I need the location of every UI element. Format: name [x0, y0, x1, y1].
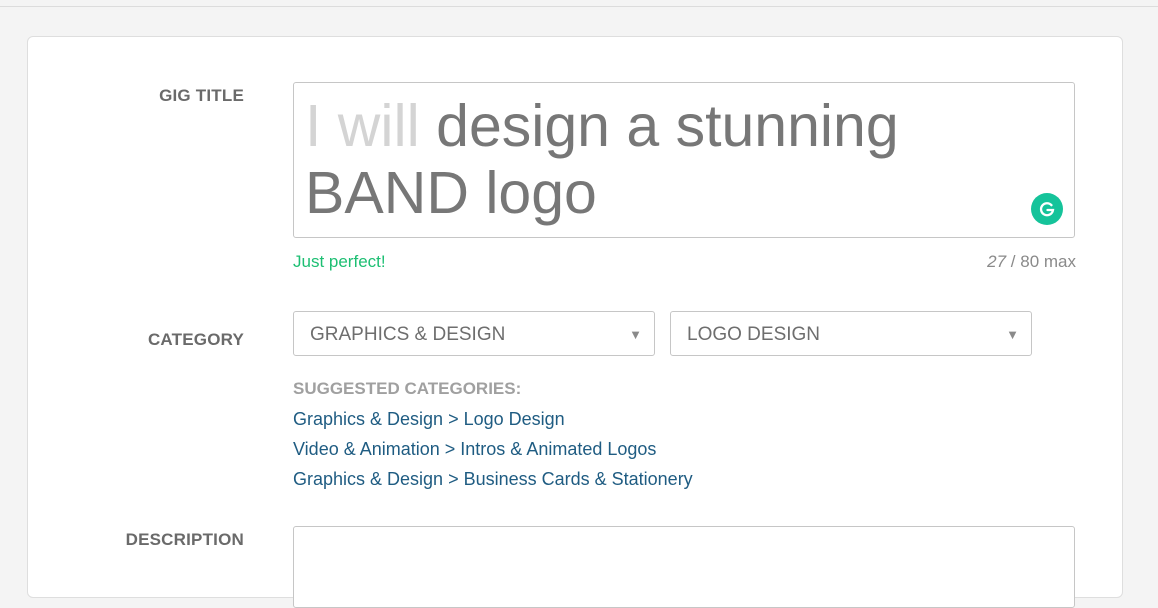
- top-divider: [0, 0, 1158, 7]
- caret-down-icon: ▼: [1006, 327, 1019, 342]
- category-label: CATEGORY: [147, 330, 244, 349]
- category-select[interactable]: GRAPHICS & DESIGN ▼: [293, 311, 655, 356]
- suggested-category-link[interactable]: Video & Animation > Intros & Animated Lo…: [293, 439, 656, 460]
- gig-title-label: GIG TITLE: [159, 86, 244, 105]
- gig-title-prefix: I will: [305, 93, 420, 159]
- subcategory-select[interactable]: LOGO DESIGN ▼: [670, 311, 1032, 356]
- gig-title-input[interactable]: I will design a stunning BAND logo: [293, 82, 1075, 238]
- suggested-category-link[interactable]: Graphics & Design > Business Cards & Sta…: [293, 469, 693, 490]
- subcategory-select-value: LOGO DESIGN: [687, 324, 821, 345]
- description-textarea[interactable]: [293, 526, 1075, 608]
- suggested-categories-title: SUGGESTED CATEGORIES:: [293, 379, 522, 398]
- char-count: 27: [987, 252, 1007, 271]
- gig-overview-form: GIG TITLE I will design a stunning BAND …: [27, 36, 1123, 608]
- char-max: / 80 max: [1010, 252, 1076, 271]
- grammarly-icon[interactable]: [1031, 193, 1063, 225]
- gig-title-status: Just perfect!: [293, 252, 386, 271]
- gig-title-char-counter: 27 / 80 max: [928, 252, 1076, 272]
- caret-down-icon: ▼: [629, 327, 642, 342]
- category-select-value: GRAPHICS & DESIGN: [310, 324, 506, 345]
- gig-title-text[interactable]: I will design a stunning BAND logo: [305, 93, 1005, 227]
- suggested-category-link[interactable]: Graphics & Design > Logo Design: [293, 409, 565, 430]
- description-label: DESCRIPTION: [125, 530, 244, 549]
